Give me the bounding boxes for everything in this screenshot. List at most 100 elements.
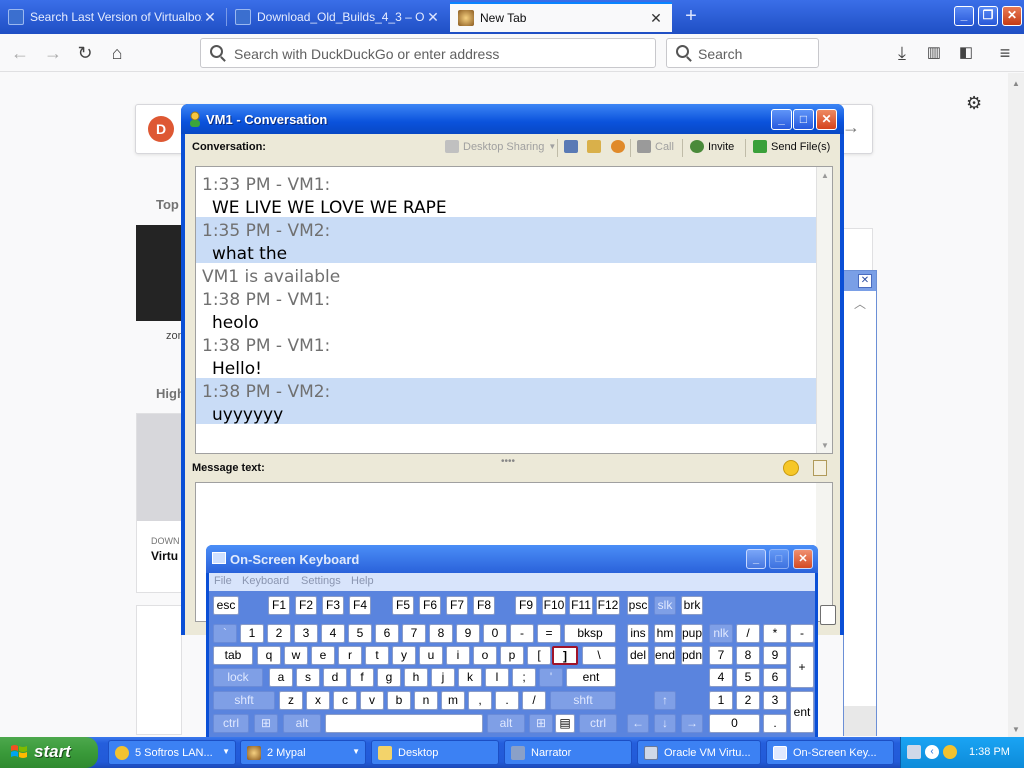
submit-arrow-icon[interactable]: →	[842, 117, 860, 138]
close-button[interactable]: ✕	[816, 109, 837, 130]
font-format-icon[interactable]	[813, 460, 827, 476]
key-o[interactable]: o	[473, 646, 497, 665]
start-button[interactable]: start	[0, 737, 98, 768]
key-[interactable]: '	[539, 668, 563, 687]
key-F5[interactable]: F5	[392, 596, 414, 615]
key-F8[interactable]: F8	[473, 596, 495, 615]
history-button[interactable]	[564, 140, 582, 153]
minimize-button[interactable]: _	[746, 549, 766, 569]
menu-keyboard[interactable]: Keyboard	[242, 575, 289, 587]
key-[interactable]: `	[213, 624, 237, 643]
message-input-scrollbar[interactable]	[816, 483, 832, 621]
key-z[interactable]: z	[279, 691, 303, 710]
top-site-tile[interactable]	[136, 225, 182, 321]
chat-scrollbar[interactable]: ▲ ▼	[816, 167, 832, 453]
key-[interactable]: \	[582, 646, 616, 665]
arrow-down-icon[interactable]: ↓	[654, 714, 676, 733]
key-[interactable]: ,	[468, 691, 492, 710]
arrow-up-icon[interactable]: ↑	[654, 691, 676, 710]
reload-icon[interactable]: ↻	[75, 43, 95, 63]
highlight-card[interactable]: DOWN Virtu	[136, 413, 182, 593]
key-v[interactable]: v	[360, 691, 384, 710]
pane-splitter[interactable]: ••••	[501, 456, 515, 467]
key-1[interactable]: 1	[709, 691, 733, 710]
forward-arrow-icon[interactable]: →	[43, 43, 63, 63]
arrow-right-icon[interactable]: →	[681, 714, 703, 733]
menu-hamburger-icon[interactable]: ≡	[995, 43, 1015, 63]
home-icon[interactable]: ⌂	[107, 43, 127, 63]
close-tab-icon[interactable]: ✕	[425, 9, 441, 26]
key-1[interactable]: 1	[240, 624, 264, 643]
key-6[interactable]: 6	[763, 668, 787, 687]
key-F2[interactable]: F2	[295, 596, 317, 615]
key-3[interactable]: 3	[763, 691, 787, 710]
key-k[interactable]: k	[458, 668, 482, 687]
task-mypal[interactable]: 2 Mypal ▼	[240, 740, 366, 765]
maximize-button[interactable]: □	[769, 549, 789, 569]
key-h[interactable]: h	[404, 668, 428, 687]
key-q[interactable]: q	[257, 646, 281, 665]
conversation-titlebar[interactable]: VM1 - Conversation _ □ ✕	[181, 104, 844, 134]
key-x[interactable]: x	[306, 691, 330, 710]
key-s[interactable]: s	[296, 668, 320, 687]
key-n[interactable]: n	[414, 691, 438, 710]
search-input[interactable]: Search	[666, 38, 819, 68]
key-9[interactable]: 9	[763, 646, 787, 665]
key-F6[interactable]: F6	[419, 596, 441, 615]
task-narrator[interactable]: Narrator	[504, 740, 632, 765]
key-F9[interactable]: F9	[515, 596, 537, 615]
desktop-sharing-button[interactable]: Desktop Sharing ▼	[445, 140, 556, 153]
url-input[interactable]: Search with DuckDuckGo or enter address	[200, 38, 656, 68]
key-space[interactable]	[325, 714, 483, 733]
key-[interactable]: ]	[552, 646, 578, 665]
close-tab-icon[interactable]: ✕	[648, 10, 664, 27]
key-w[interactable]: w	[284, 646, 308, 665]
task-desktop[interactable]: Desktop	[371, 740, 499, 765]
menu-help[interactable]: Help	[351, 575, 374, 587]
key-d[interactable]: d	[323, 668, 347, 687]
key-t[interactable]: t	[365, 646, 389, 665]
smiley-icon[interactable]	[783, 460, 799, 476]
tab-virtualbox-search[interactable]: Search Last Version of Virtualbox ✕	[0, 2, 226, 32]
key-0[interactable]: 0	[483, 624, 507, 643]
key-9[interactable]: 9	[456, 624, 480, 643]
key-pup[interactable]: pup	[681, 624, 703, 643]
key-psc[interactable]: psc	[627, 596, 649, 615]
key-5[interactable]: 5	[736, 668, 760, 687]
key-esc[interactable]: esc	[213, 596, 239, 615]
menu-key-icon[interactable]: ▤	[555, 714, 575, 733]
new-tab-plus-icon[interactable]: +	[680, 6, 702, 28]
key-8[interactable]: 8	[736, 646, 760, 665]
key-c[interactable]: c	[333, 691, 357, 710]
key-brk[interactable]: brk	[681, 596, 703, 615]
key-5[interactable]: 5	[348, 624, 372, 643]
key-2[interactable]: 2	[736, 691, 760, 710]
key-shft[interactable]: shft	[550, 691, 616, 710]
key-alt[interactable]: alt	[283, 714, 321, 733]
key-tab[interactable]: tab	[213, 646, 253, 665]
key-del[interactable]: del	[627, 646, 649, 665]
send-files-button[interactable]: Send File(s)	[753, 140, 830, 153]
key-[interactable]: ;	[512, 668, 536, 687]
key-7[interactable]: 7	[709, 646, 733, 665]
key-[interactable]: .	[495, 691, 519, 710]
key-slk[interactable]: slk	[654, 596, 676, 615]
menu-settings[interactable]: Settings	[301, 575, 341, 587]
key-F4[interactable]: F4	[349, 596, 371, 615]
notes-button[interactable]	[587, 140, 605, 153]
key-f[interactable]: f	[350, 668, 374, 687]
key-lock[interactable]: lock	[213, 668, 263, 687]
key-u[interactable]: u	[419, 646, 443, 665]
key-[interactable]: .	[763, 714, 787, 733]
key-3[interactable]: 3	[294, 624, 318, 643]
download-icon[interactable]: ⤓	[892, 43, 912, 63]
key-l[interactable]: l	[485, 668, 509, 687]
keyboard-tray-icon[interactable]	[907, 745, 921, 759]
key-F1[interactable]: F1	[268, 596, 290, 615]
gear-icon[interactable]: ⚙	[966, 93, 982, 114]
chat-history[interactable]: 1:33 PM - VM1: WE LIVE WE LOVE WE RAPE 1…	[195, 166, 833, 454]
key-b[interactable]: b	[387, 691, 411, 710]
key-F10[interactable]: F10	[542, 596, 566, 615]
menu-file[interactable]: File	[214, 575, 232, 587]
key-hm[interactable]: hm	[654, 624, 676, 643]
